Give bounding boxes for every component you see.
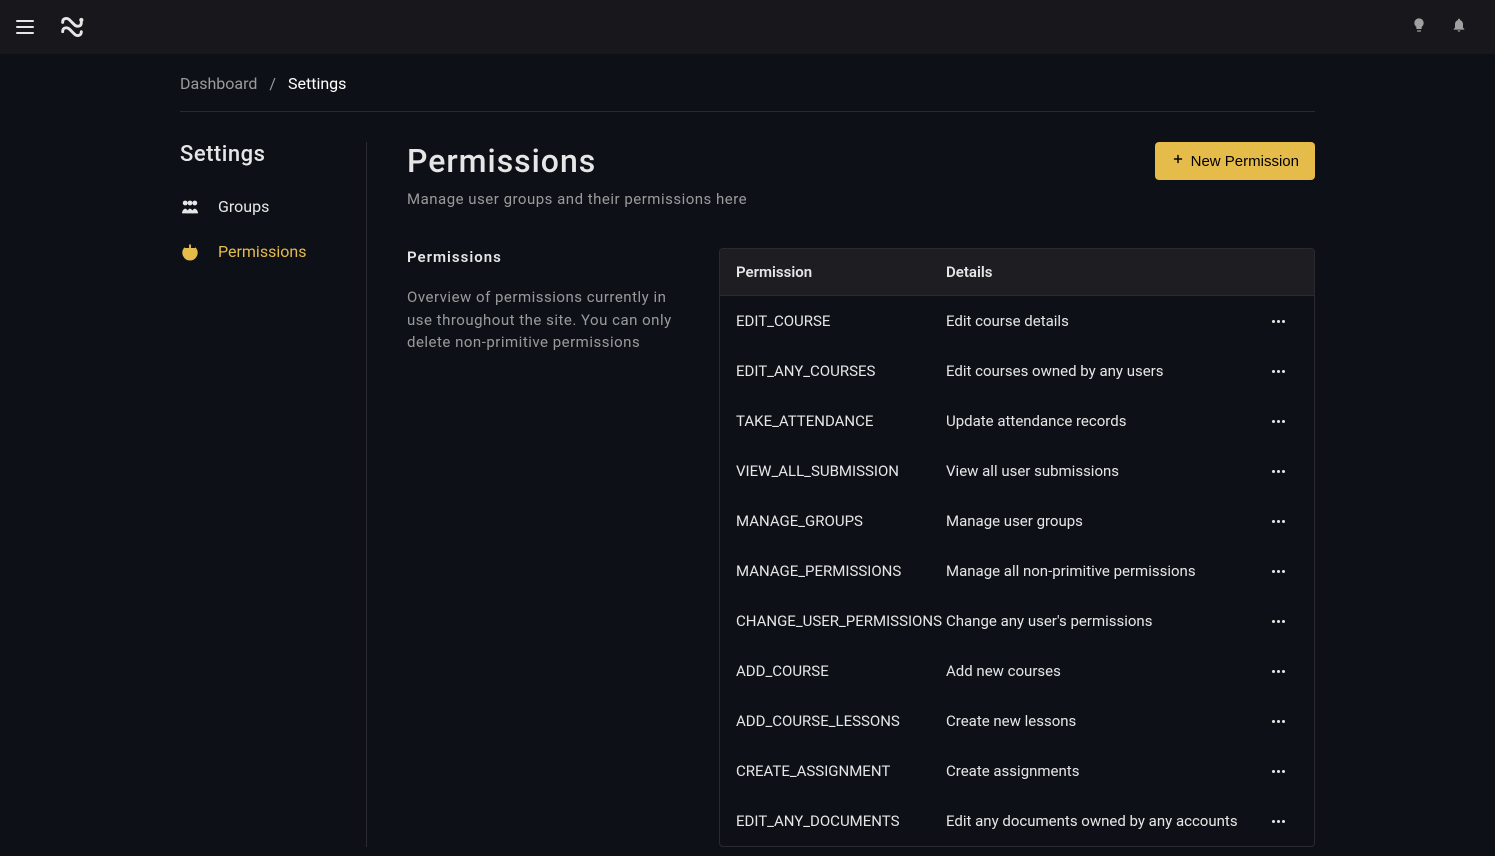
two-column-layout: Permissions Overview of permissions curr… xyxy=(407,248,1315,847)
cell-actions xyxy=(1258,370,1298,373)
cell-actions xyxy=(1258,320,1298,323)
more-icon[interactable] xyxy=(1272,420,1285,423)
lightbulb-icon[interactable] xyxy=(1411,17,1427,37)
cell-permission: MANAGE_GROUPS xyxy=(736,512,946,530)
cell-actions xyxy=(1258,720,1298,723)
column-header-permission: Permission xyxy=(736,263,946,281)
cell-permission: EDIT_COURSE xyxy=(736,312,946,330)
more-icon[interactable] xyxy=(1272,820,1285,823)
table-row: EDIT_ANY_COURSES Edit courses owned by a… xyxy=(720,346,1314,396)
cell-permission: ADD_COURSE xyxy=(736,662,946,680)
cell-details: Manage user groups xyxy=(946,512,1258,530)
column-header-actions xyxy=(1258,263,1298,281)
table-row: TAKE_ATTENDANCE Update attendance record… xyxy=(720,396,1314,446)
cell-permission: ADD_COURSE_LESSONS xyxy=(736,712,946,730)
cell-permission: EDIT_ANY_COURSES xyxy=(736,362,946,380)
plus-icon xyxy=(1171,152,1185,170)
cell-details: View all user submissions xyxy=(946,462,1258,480)
cell-actions xyxy=(1258,570,1298,573)
bell-icon[interactable] xyxy=(1451,17,1467,37)
logo-icon[interactable] xyxy=(58,13,86,41)
cell-permission: MANAGE_PERMISSIONS xyxy=(736,562,946,580)
sidebar-item-label: Permissions xyxy=(218,242,306,261)
table-row: VIEW_ALL_SUBMISSION View all user submis… xyxy=(720,446,1314,496)
cell-details: Edit any documents owned by any accounts xyxy=(946,812,1258,830)
power-icon xyxy=(180,243,200,261)
section-heading: Permissions xyxy=(407,248,679,266)
cell-actions xyxy=(1258,820,1298,823)
more-icon[interactable] xyxy=(1272,720,1285,723)
cell-details: Edit course details xyxy=(946,312,1258,330)
main-content: Permissions New Permission Manage user g… xyxy=(367,142,1315,847)
new-permission-button-label: New Permission xyxy=(1191,153,1299,170)
cell-actions xyxy=(1258,770,1298,773)
more-icon[interactable] xyxy=(1272,570,1285,573)
cell-actions xyxy=(1258,670,1298,673)
breadcrumb-dashboard[interactable]: Dashboard xyxy=(180,74,257,93)
more-icon[interactable] xyxy=(1272,520,1285,523)
topbar-left xyxy=(16,13,86,41)
page-title: Permissions xyxy=(407,142,596,180)
cell-details: Manage all non-primitive permissions xyxy=(946,562,1258,580)
cell-details: Update attendance records xyxy=(946,412,1258,430)
breadcrumb: Dashboard / Settings xyxy=(180,54,1315,112)
more-icon[interactable] xyxy=(1272,670,1285,673)
cell-details: Add new courses xyxy=(946,662,1258,680)
table-row: ADD_COURSE Add new courses xyxy=(720,646,1314,696)
table-header: Permission Details xyxy=(720,249,1314,296)
more-icon[interactable] xyxy=(1272,470,1285,473)
hamburger-icon[interactable] xyxy=(16,20,34,34)
column-header-details: Details xyxy=(946,263,1258,281)
breadcrumb-current: Settings xyxy=(288,74,346,93)
cell-permission: TAKE_ATTENDANCE xyxy=(736,412,946,430)
table-row: MANAGE_PERMISSIONS Manage all non-primit… xyxy=(720,546,1314,596)
cell-details: Create new lessons xyxy=(946,712,1258,730)
users-icon xyxy=(180,199,200,215)
main-layout: Settings Groups xyxy=(180,142,1315,847)
cell-actions xyxy=(1258,620,1298,623)
cell-actions xyxy=(1258,420,1298,423)
table-row: MANAGE_GROUPS Manage user groups xyxy=(720,496,1314,546)
sidebar-item-label: Groups xyxy=(218,197,269,216)
new-permission-button[interactable]: New Permission xyxy=(1155,142,1315,180)
cell-permission: EDIT_ANY_DOCUMENTS xyxy=(736,812,946,830)
sidebar-title: Settings xyxy=(180,142,346,167)
cell-actions xyxy=(1258,470,1298,473)
table-row: EDIT_ANY_DOCUMENTS Edit any documents ow… xyxy=(720,796,1314,846)
cell-permission: CHANGE_USER_PERMISSIONS xyxy=(736,612,946,630)
more-icon[interactable] xyxy=(1272,620,1285,623)
table-body: EDIT_COURSE Edit course details EDIT_ANY… xyxy=(720,296,1314,846)
sidebar-item-permissions[interactable]: Permissions xyxy=(180,236,346,267)
content-wrapper: Dashboard / Settings Settings Groups xyxy=(0,54,1495,847)
breadcrumb-separator: / xyxy=(269,74,276,93)
page-subtitle: Manage user groups and their permissions… xyxy=(407,190,1315,208)
cell-details: Create assignments xyxy=(946,762,1258,780)
more-icon[interactable] xyxy=(1272,320,1285,323)
page-header: Permissions New Permission xyxy=(407,142,1315,180)
right-column: Permission Details EDIT_COURSE Edit cour… xyxy=(719,248,1315,847)
more-icon[interactable] xyxy=(1272,370,1285,373)
sidebar-item-groups[interactable]: Groups xyxy=(180,191,346,222)
topbar-right xyxy=(1411,17,1479,37)
section-description: Overview of permissions currently in use… xyxy=(407,286,679,354)
table-row: ADD_COURSE_LESSONS Create new lessons xyxy=(720,696,1314,746)
cell-permission: CREATE_ASSIGNMENT xyxy=(736,762,946,780)
left-column: Permissions Overview of permissions curr… xyxy=(407,248,679,847)
topbar xyxy=(0,0,1495,54)
table-row: CREATE_ASSIGNMENT Create assignments xyxy=(720,746,1314,796)
cell-permission: VIEW_ALL_SUBMISSION xyxy=(736,462,946,480)
table-row: CHANGE_USER_PERMISSIONS Change any user'… xyxy=(720,596,1314,646)
table-row: EDIT_COURSE Edit course details xyxy=(720,296,1314,346)
sidebar: Settings Groups xyxy=(180,142,367,847)
cell-actions xyxy=(1258,520,1298,523)
permissions-table: Permission Details EDIT_COURSE Edit cour… xyxy=(719,248,1315,847)
cell-details: Change any user's permissions xyxy=(946,612,1258,630)
more-icon[interactable] xyxy=(1272,770,1285,773)
cell-details: Edit courses owned by any users xyxy=(946,362,1258,380)
